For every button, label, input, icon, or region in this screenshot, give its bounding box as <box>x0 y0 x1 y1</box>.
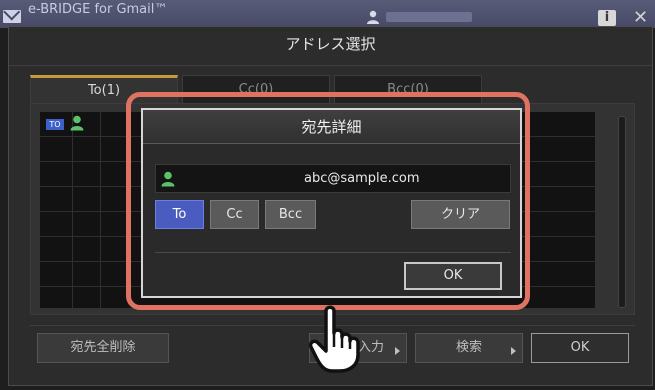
search-label: 検索 <box>455 340 482 355</box>
app-bar: e-BRIDGE for Gmail™ i ✕ <box>0 0 655 28</box>
clear-all-button[interactable]: 宛先全削除 <box>37 333 169 363</box>
user-icon <box>161 171 175 187</box>
type-to-button[interactable]: To <box>155 200 204 229</box>
popup-divider <box>155 252 511 253</box>
title-divider <box>9 65 652 66</box>
email-address: abc@sample.com <box>304 171 420 186</box>
list-scrollbar[interactable] <box>618 116 626 308</box>
info-icon[interactable]: i <box>598 10 616 26</box>
clear-button[interactable]: クリア <box>411 200 510 229</box>
user-name-redacted <box>386 12 472 22</box>
grid-divider <box>100 112 101 308</box>
address-field: abc@sample.com <box>155 164 511 193</box>
dialog-title: アドレス選択 <box>285 35 376 53</box>
app-title: e-BRIDGE for Gmail™ <box>28 2 168 17</box>
type-cc-button[interactable]: Cc <box>210 200 259 229</box>
submenu-arrow-icon <box>511 347 516 355</box>
close-icon[interactable]: ✕ <box>633 9 648 27</box>
popup-title: 宛先詳細 <box>143 110 520 144</box>
user-icon <box>367 10 379 24</box>
ok-button[interactable]: OK <box>531 333 629 363</box>
mail-icon <box>3 10 21 23</box>
popup-ok-button[interactable]: OK <box>404 262 502 290</box>
tap-hand-icon <box>308 305 360 373</box>
grid-divider <box>72 112 73 308</box>
recipient-detail-popup: 宛先詳細 abc@sample.com To Cc Bcc クリア OK <box>141 108 522 298</box>
type-bcc-button[interactable]: Bcc <box>265 200 316 229</box>
search-button[interactable]: 検索 <box>415 333 523 363</box>
submenu-arrow-icon <box>395 347 400 355</box>
to-badge: TO <box>46 119 64 130</box>
user-icon <box>70 115 84 131</box>
